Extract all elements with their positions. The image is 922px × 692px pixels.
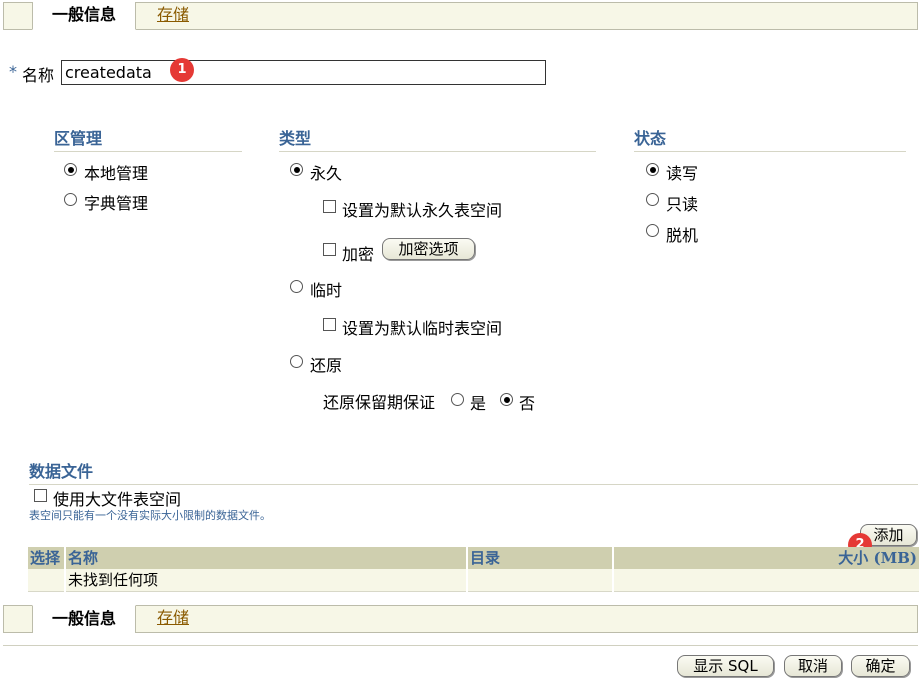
datafiles-header: 数据文件 (29, 458, 918, 485)
tab-general[interactable]: 一般信息 (32, 2, 136, 30)
radio-read-write[interactable] (646, 163, 659, 176)
type-header: 类型 (279, 125, 596, 152)
encrypt-label: 加密 (342, 245, 375, 264)
tab-storage-bottom[interactable]: 存储 (144, 605, 202, 633)
show-sql-button[interactable]: 显示 SQL (677, 655, 774, 677)
retention-label: 还原保留期保证 (323, 393, 436, 412)
radio-local-managed[interactable] (64, 163, 77, 176)
tab-bar-bottom: 一般信息 存储 (3, 605, 918, 633)
radio-dictionary-managed[interactable] (64, 193, 77, 206)
ok-button[interactable]: 确定 (851, 655, 910, 677)
bigfile-hint: 表空间只能有一个没有实际大小限制的数据文件。 (29, 509, 271, 522)
read-write-label: 读写 (666, 164, 699, 183)
read-only-label: 只读 (666, 195, 699, 214)
tab-general-bottom[interactable]: 一般信息 (32, 605, 136, 633)
col-select: 选择 (28, 547, 64, 569)
radio-offline[interactable] (646, 224, 659, 237)
permanent-label: 永久 (310, 164, 343, 183)
name-input[interactable]: createdata (61, 60, 546, 85)
tab-bar-top: 一般信息 存储 (3, 2, 918, 30)
table-cell-directory (468, 569, 612, 592)
radio-temporary[interactable] (290, 280, 303, 293)
offline-label: 脱机 (666, 226, 699, 245)
col-size: 大小 (MB) (614, 547, 919, 569)
retention-yes-label: 是 (470, 394, 487, 413)
checkbox-encrypt[interactable] (323, 243, 336, 256)
default-temporary-label: 设置为默认临时表空间 (342, 319, 503, 338)
extent-mgmt-header: 区管理 (54, 125, 242, 152)
status-header: 状态 (634, 125, 906, 152)
checkbox-bigfile[interactable] (34, 489, 47, 502)
name-label: 名称 (22, 66, 55, 85)
cancel-button[interactable]: 取消 (784, 655, 842, 677)
required-mark: * (9, 62, 17, 81)
annotation-badge-1: 1 (170, 58, 194, 82)
checkbox-default-temporary[interactable] (323, 318, 336, 331)
radio-retention-yes[interactable] (451, 393, 464, 406)
divider (3, 645, 918, 646)
table-empty-text: 未找到任何项 (66, 569, 466, 592)
table-cell-select (28, 569, 64, 592)
table-cell-size (614, 569, 919, 592)
undo-label: 还原 (310, 356, 343, 375)
local-managed-label: 本地管理 (84, 164, 149, 183)
temporary-label: 临时 (310, 281, 343, 300)
radio-read-only[interactable] (646, 193, 659, 206)
radio-undo[interactable] (290, 355, 303, 368)
radio-permanent[interactable] (290, 163, 303, 176)
col-directory: 目录 (468, 547, 612, 569)
default-permanent-label: 设置为默认永久表空间 (342, 201, 503, 220)
encrypt-options-button[interactable]: 加密选项 (382, 238, 475, 260)
retention-no-label: 否 (519, 394, 536, 413)
checkbox-default-permanent[interactable] (323, 200, 336, 213)
radio-retention-no[interactable] (500, 393, 513, 406)
tab-storage[interactable]: 存储 (144, 2, 202, 30)
dictionary-managed-label: 字典管理 (84, 194, 149, 213)
col-name: 名称 (66, 547, 466, 569)
